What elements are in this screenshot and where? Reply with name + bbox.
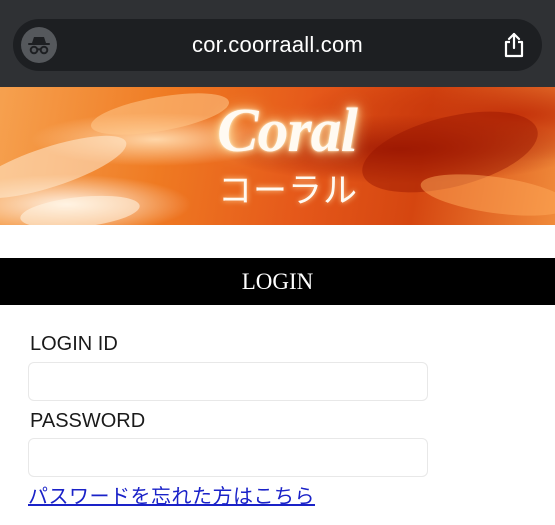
login-id-input[interactable]: [28, 362, 428, 401]
share-icon[interactable]: [502, 32, 526, 58]
password-input[interactable]: [28, 438, 428, 477]
paint-stroke: [88, 87, 232, 143]
paint-stroke: [18, 190, 142, 225]
forgot-password-link[interactable]: パスワードを忘れた方はこちら: [28, 483, 315, 509]
browser-toolbar: cor.coorraall.com: [0, 0, 555, 87]
coral-logo: Coral: [217, 97, 358, 165]
password-label: PASSWORD: [30, 410, 146, 432]
login-id-label: LOGIN ID: [30, 333, 118, 355]
url-text[interactable]: cor.coorraall.com: [13, 19, 542, 71]
coral-banner: Coral コーラル: [0, 87, 555, 225]
login-heading: LOGIN: [0, 258, 555, 305]
coral-logo-japanese: コーラル: [218, 171, 358, 211]
paint-stroke: [418, 166, 555, 224]
address-bar[interactable]: cor.coorraall.com: [13, 19, 542, 71]
